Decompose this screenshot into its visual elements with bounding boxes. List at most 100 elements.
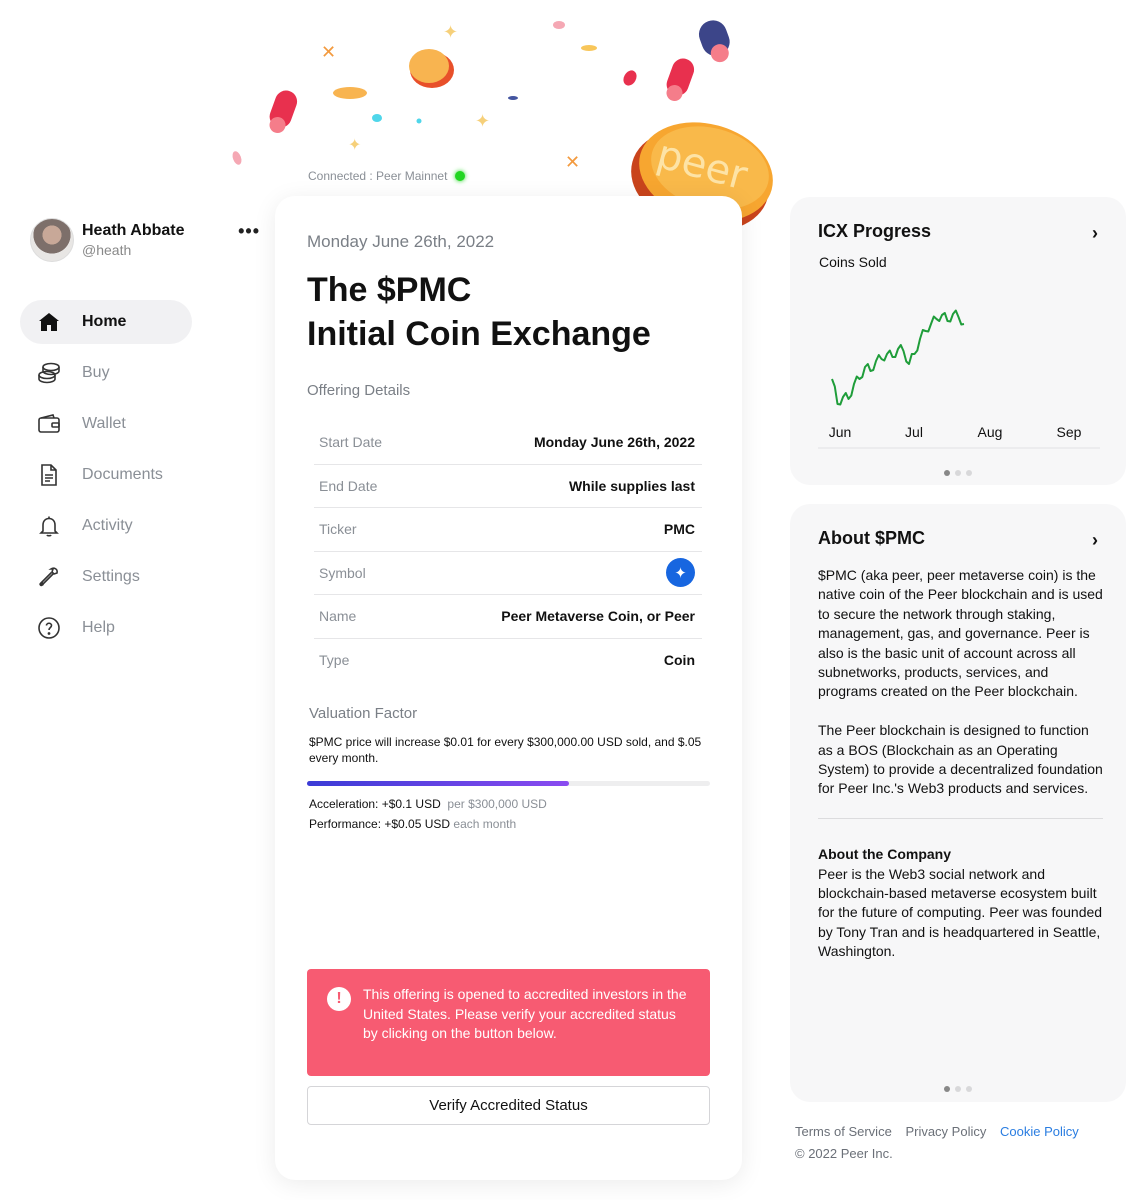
page-title: The $PMC Initial Coin Exchange <box>307 268 651 356</box>
detail-value: Peer Metaverse Coin, or Peer <box>501 608 695 625</box>
offering-details-table: Start Date Monday June 26th, 2022 End Da… <box>314 421 702 682</box>
user-handle: @heath <box>82 242 132 258</box>
sidebar-item-home[interactable]: Home <box>20 300 192 344</box>
sidebar-item-wallet[interactable]: Wallet <box>20 402 192 446</box>
sidebar-item-label: Help <box>82 619 115 636</box>
detail-key: End Date <box>319 477 378 494</box>
detail-key: Symbol <box>319 564 366 581</box>
offering-card: Monday June 26th, 2022 The $PMC Initial … <box>275 196 742 1180</box>
sidebar-nav: Home Buy Wallet Documents Activity Setti… <box>20 300 192 657</box>
wrench-icon <box>36 564 62 590</box>
company-heading: About the Company <box>818 846 951 863</box>
company-text: Peer is the Web3 social network and bloc… <box>818 865 1103 960</box>
detail-row-ticker: Ticker PMC <box>314 508 702 552</box>
sidebar-item-label: Settings <box>82 568 140 585</box>
title-line-2: Initial Coin Exchange <box>307 315 651 353</box>
detail-value: While supplies last <box>568 477 695 494</box>
x-tick-label: Aug <box>978 424 1003 440</box>
about-pmc-panel[interactable]: About $PMC › $PMC (aka peer, peer metave… <box>790 504 1126 1102</box>
avatar <box>30 218 74 262</box>
divider <box>818 818 1103 820</box>
valuation-text: $PMC price will increase $0.01 for every… <box>309 735 702 765</box>
sidebar-item-documents[interactable]: Documents <box>20 453 192 497</box>
document-icon <box>36 462 62 488</box>
panel-subtitle: Coins Sold <box>819 254 887 270</box>
user-profile[interactable]: Heath Abbate @heath ••• <box>30 218 260 262</box>
privacy-link[interactable]: Privacy Policy <box>905 1124 986 1139</box>
acceleration-label: Acceleration: +$0.1 USD <box>309 797 441 811</box>
terms-link[interactable]: Terms of Service <box>795 1124 892 1139</box>
performance-line: Performance: +$0.05 USD each month <box>309 817 516 831</box>
detail-key: Ticker <box>319 521 357 538</box>
acceleration-sub: per $300,000 USD <box>447 797 547 811</box>
detail-row-end-date: End Date While supplies last <box>314 465 702 508</box>
icx-progress-panel[interactable]: ICX Progress › Coins Sold Jun Jul Aug Se… <box>790 197 1126 485</box>
chevron-right-icon[interactable]: › <box>1092 530 1098 551</box>
x-tick-label: Sep <box>1057 424 1082 440</box>
detail-key: Name <box>319 608 357 625</box>
offering-details-label: Offering Details <box>307 382 411 399</box>
detail-value: Monday June 26th, 2022 <box>533 434 695 451</box>
svg-text:✦: ✦ <box>443 22 458 43</box>
alert-text: This offering is opened to accredited in… <box>363 986 687 1041</box>
detail-key: Start Date <box>319 434 383 451</box>
sparkle-icon: ✦ <box>666 558 695 588</box>
footer: Terms of Service Privacy Policy Cookie P… <box>795 1124 1089 1161</box>
connection-text: Connected : Peer Mainnet <box>308 169 448 183</box>
detail-row-name: Name Peer Metaverse Coin, or Peer <box>314 595 702 639</box>
detail-row-symbol: Symbol ✦ <box>314 552 702 595</box>
offering-date: Monday June 26th, 2022 <box>307 232 495 251</box>
acceleration-line: Acceleration: +$0.1 USD per $300,000 USD <box>309 797 547 811</box>
svg-text:✕: ✕ <box>321 42 336 63</box>
x-tick-label: Jun <box>829 424 852 440</box>
detail-row-type: Type Coin <box>314 639 702 683</box>
copyright: © 2022 Peer Inc. <box>795 1146 893 1161</box>
sidebar-item-buy[interactable]: Buy <box>20 351 192 395</box>
coins-sold-chart: Jun Jul Aug Sep <box>818 309 1100 449</box>
detail-row-start-date: Start Date Monday June 26th, 2022 <box>314 421 702 465</box>
cookie-link[interactable]: Cookie Policy <box>1000 1124 1079 1139</box>
home-icon <box>36 309 62 335</box>
sidebar-item-label: Activity <box>82 517 133 534</box>
carousel-dots[interactable] <box>944 470 972 476</box>
more-horizontal-icon[interactable]: ••• <box>238 222 260 240</box>
svg-text:✕: ✕ <box>565 152 580 173</box>
detail-key: Type <box>319 652 350 669</box>
svg-text:✦: ✦ <box>475 111 490 132</box>
valuation-factor-label: Valuation Factor <box>309 705 418 722</box>
sales-progress-bar <box>307 781 710 786</box>
about-paragraph: $PMC (aka peer, peer metaverse coin) is … <box>818 567 1103 700</box>
alert-icon: ! <box>327 987 351 1011</box>
sales-progress-fill <box>307 781 569 786</box>
about-body: $PMC (aka peer, peer metaverse coin) is … <box>818 566 1103 962</box>
sidebar-item-label: Buy <box>82 364 110 381</box>
sidebar-item-label: Wallet <box>82 415 126 432</box>
wallet-icon <box>36 411 62 437</box>
about-paragraph: The Peer blockchain is designed to funct… <box>818 722 1103 797</box>
help-circle-icon <box>36 615 62 641</box>
chevron-right-icon[interactable]: › <box>1092 223 1098 244</box>
verify-accredited-button[interactable]: Verify Accredited Status <box>307 1086 710 1125</box>
panel-title: About $PMC <box>818 528 925 548</box>
status-dot-icon <box>455 171 466 181</box>
detail-value: Coin <box>663 652 695 669</box>
sidebar-item-settings[interactable]: Settings <box>20 555 192 599</box>
performance-sub: each month <box>453 817 517 831</box>
user-name: Heath Abbate <box>82 222 185 239</box>
performance-label: Performance: +$0.05 USD <box>309 817 451 831</box>
x-tick-label: Jul <box>905 424 923 440</box>
title-line-1: The $PMC <box>307 271 472 309</box>
bell-icon <box>36 513 62 539</box>
sidebar-item-activity[interactable]: Activity <box>20 504 192 548</box>
coins-icon <box>36 360 62 386</box>
panel-title: ICX Progress <box>818 221 932 241</box>
sidebar-item-label: Documents <box>82 466 163 483</box>
connection-status: Connected : Peer Mainnet <box>308 169 466 183</box>
svg-text:✦: ✦ <box>348 135 361 154</box>
sidebar-item-help[interactable]: Help <box>20 606 192 650</box>
coins-sold-series-line <box>831 309 965 406</box>
accreditation-alert: ! This offering is opened to accredited … <box>307 969 710 1076</box>
carousel-dots[interactable] <box>944 1086 972 1092</box>
sidebar-item-label: Home <box>82 313 127 330</box>
detail-value: PMC <box>663 521 695 538</box>
